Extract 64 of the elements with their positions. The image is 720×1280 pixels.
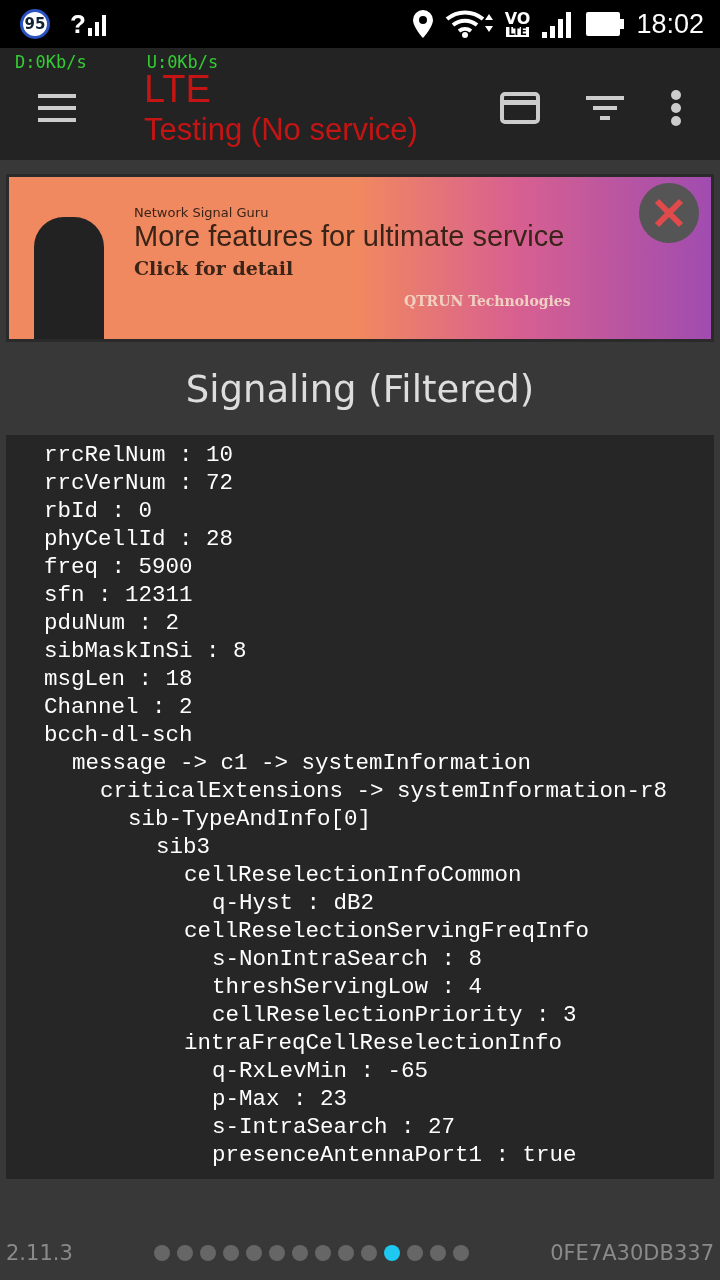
page-indicator-dot[interactable] xyxy=(384,1245,400,1261)
detail-line: bcch-dl-sch xyxy=(44,722,193,748)
detail-line: threshServingLow : 4 xyxy=(212,974,483,1000)
filter-icon[interactable] xyxy=(586,95,624,120)
detail-line: cellReselectionServingFreqInfo xyxy=(184,918,590,944)
no-sim-mark: ? xyxy=(70,8,86,40)
page-indicator-dot[interactable] xyxy=(338,1245,354,1261)
banner-brand: Network Signal Guru xyxy=(134,205,270,220)
volte-label: VO xyxy=(504,11,531,27)
detail-line: presenceAntennaPort1 : true xyxy=(212,1142,577,1168)
page-indicator-dot[interactable] xyxy=(407,1245,423,1261)
detail-line: sfn : 12311 xyxy=(44,582,193,608)
page-indicator-dot[interactable] xyxy=(453,1245,469,1261)
detail-line: phyCellId : 28 xyxy=(44,526,234,552)
app-version: 2.11.3 xyxy=(6,1241,73,1265)
page-indicator-dot[interactable] xyxy=(361,1245,377,1261)
detail-line: sib3 xyxy=(156,834,210,860)
detail-line: cellReselectionInfoCommon xyxy=(184,862,522,888)
detail-line: message -> c1 -> systemInformation xyxy=(72,750,532,776)
battery-icon xyxy=(586,12,625,36)
location-icon xyxy=(412,10,433,38)
detail-line: s-NonIntraSearch : 8 xyxy=(212,946,483,972)
detail-line: sib-TypeAndInfo[0] xyxy=(128,806,372,832)
page-indicator-dot[interactable] xyxy=(315,1245,331,1261)
detail-line: msgLen : 18 xyxy=(44,666,193,692)
notification-badge: 95 xyxy=(20,9,50,39)
banner-company: QTRUN Technologies xyxy=(404,293,571,309)
more-options-icon[interactable] xyxy=(670,89,682,126)
detail-line: criticalExtensions -> systemInformation-r8 xyxy=(100,778,668,804)
clock-time: 18:02 xyxy=(636,8,704,40)
wifi-icon xyxy=(444,10,493,38)
banner-link[interactable]: Click for detail xyxy=(134,257,571,279)
close-icon[interactable] xyxy=(639,183,699,243)
detail-line: intraFreqCellReselectionInfo xyxy=(184,1030,563,1056)
page-indicator-dot[interactable] xyxy=(292,1245,308,1261)
detail-line: freq : 5900 xyxy=(44,554,193,580)
detail-line: cellReselectionPriority : 3 xyxy=(212,1002,577,1028)
detail-line: rrcVerNum : 72 xyxy=(44,470,234,496)
upload-speed: U:0Kb/s xyxy=(146,52,219,74)
page-indicator-dot[interactable] xyxy=(177,1245,193,1261)
page-indicator-dot[interactable] xyxy=(269,1245,285,1261)
device-id: 0FE7A30DB337 xyxy=(550,1241,714,1265)
lte-label: LTE xyxy=(506,27,529,37)
banner-headline: More features for ultimate service xyxy=(134,220,566,253)
page-indicator-dot[interactable] xyxy=(200,1245,216,1261)
network-state: Testing (No service) xyxy=(144,111,419,148)
card-icon[interactable] xyxy=(500,91,540,124)
page-indicator-dot[interactable] xyxy=(246,1245,262,1261)
menu-icon[interactable] xyxy=(38,93,76,122)
page-indicator-dot[interactable] xyxy=(154,1245,170,1261)
detail-line: pduNum : 2 xyxy=(44,610,180,636)
ad-banner[interactable]: Network Signal Guru More features for ultimate service Click for detail QTRUN Technologies xyxy=(6,174,714,342)
detail-line: p-Max : 23 xyxy=(212,1086,348,1112)
detail-line: q-RxLevMin : -65 xyxy=(212,1058,429,1084)
page-title: Signaling (Filtered) xyxy=(184,367,536,413)
detail-line: rbId : 0 xyxy=(44,498,153,524)
detail-line: q-Hyst : dB2 xyxy=(212,890,375,916)
page-indicator-dot[interactable] xyxy=(430,1245,446,1261)
detail-line: s-IntraSearch : 27 xyxy=(212,1114,456,1140)
page-indicator-dot[interactable] xyxy=(223,1245,239,1261)
detail-line: sibMaskInSi : 8 xyxy=(44,638,247,664)
detail-line: Channel : 2 xyxy=(44,694,193,720)
download-speed: D:0Kb/s xyxy=(15,52,87,74)
detail-line: rrcRelNum : 10 xyxy=(44,442,234,468)
